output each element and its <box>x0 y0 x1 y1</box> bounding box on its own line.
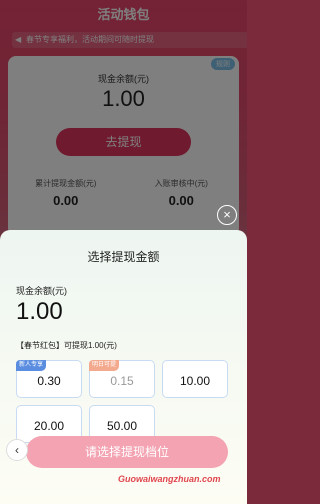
amount-value: 20.00 <box>33 419 65 433</box>
amount-option-0-15[interactable]: 明日可提 0.15 <box>89 360 155 398</box>
close-icon[interactable]: × <box>217 205 237 225</box>
submit-withdraw-button[interactable]: 请选择提现档位 <box>26 436 228 468</box>
withdraw-sheet: 选择提现金额 现金余额(元) 1.00 【春节红包】可提现1.00(元) 新人专… <box>0 230 247 504</box>
amount-value: 50.00 <box>106 419 138 433</box>
amount-value: 0.30 <box>37 374 61 388</box>
new-user-tag: 新人专享 <box>16 360 47 371</box>
amount-value: 10.00 <box>179 374 211 388</box>
balance-value: 1.00 <box>16 298 63 325</box>
balance-label: 现金余额(元) <box>16 286 67 296</box>
amount-value: 0.15 <box>110 374 134 388</box>
amount-option-10[interactable]: 10.00 <box>162 360 228 398</box>
watermark-text: Guowaiwangzhuan.com <box>118 474 221 484</box>
tomorrow-tag: 明日可提 <box>89 360 120 371</box>
coupon-line: 【春节红包】可提现1.00(元) <box>16 341 117 350</box>
amount-option-0-30[interactable]: 新人专享 0.30 <box>16 360 82 398</box>
sheet-title: 选择提现金额 <box>87 250 160 264</box>
back-icon[interactable]: ‹ <box>6 439 28 461</box>
